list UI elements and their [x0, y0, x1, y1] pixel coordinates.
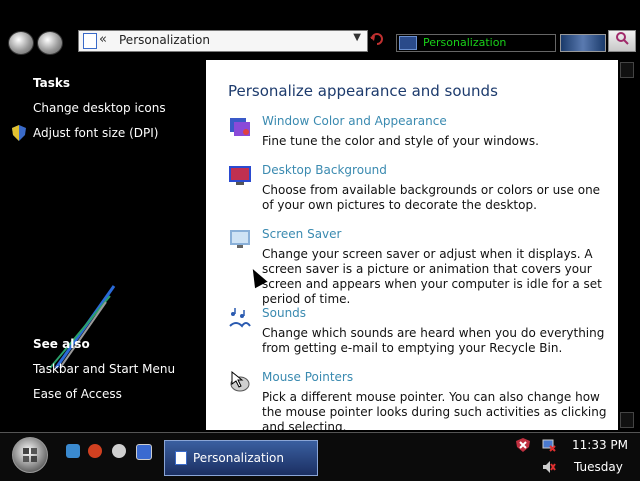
control-panel-icon — [83, 33, 97, 49]
search-provider-icon — [399, 36, 417, 50]
sounds-icon — [229, 308, 251, 328]
address-bar[interactable]: « Personalization ▼ — [78, 30, 368, 52]
window-color-description: Fine tune the color and style of your wi… — [262, 134, 539, 148]
page-title: Personalize appearance and sounds — [228, 82, 498, 100]
search-button[interactable] — [608, 30, 636, 52]
back-button[interactable] — [8, 31, 34, 55]
search-input[interactable]: Personalization — [396, 34, 556, 52]
taskbar-button-label: Personalization — [193, 451, 284, 465]
search-icon — [616, 32, 629, 45]
tasks-heading: Tasks — [33, 76, 71, 90]
screen-saver-description: Change your screen saver or adjust when … — [262, 247, 602, 306]
screen-saver-link[interactable]: Screen Saver — [262, 227, 341, 241]
security-tray-icon[interactable] — [516, 438, 530, 452]
breadcrumb[interactable]: Personalization — [119, 33, 210, 47]
address-dropdown-icon[interactable]: ▼ — [353, 32, 361, 43]
windows-logo-icon — [23, 448, 37, 462]
preview-thumbnail — [560, 34, 606, 52]
forward-button[interactable] — [37, 31, 63, 55]
start-button[interactable] — [12, 437, 48, 473]
window-color-link[interactable]: Window Color and Appearance — [262, 114, 447, 128]
screen-saver-icon — [230, 230, 250, 248]
content-pane: Personalize appearance and sounds Window… — [206, 60, 618, 430]
breadcrumb-chevron[interactable]: « — [99, 32, 107, 47]
mouse-pointers-icon — [230, 370, 250, 392]
sidebar-item-change-desktop-icons[interactable]: Change desktop icons — [33, 101, 166, 115]
sidebar-item-taskbar-start-menu[interactable]: Taskbar and Start Menu — [33, 362, 175, 376]
sounds-link[interactable]: Sounds — [262, 306, 306, 320]
clock-day[interactable]: Tuesday — [574, 460, 623, 474]
taskbar-button-personalization[interactable]: Personalization — [164, 440, 318, 476]
ie-quicklaunch-icon[interactable] — [66, 444, 80, 458]
desktop-background-link[interactable]: Desktop Background — [262, 163, 387, 177]
wallpaper-streak — [49, 285, 116, 369]
refresh-icon[interactable] — [370, 32, 384, 46]
mouse-pointers-link[interactable]: Mouse Pointers — [262, 370, 353, 384]
sidebar-item-ease-of-access[interactable]: Ease of Access — [33, 387, 122, 401]
clock-time[interactable]: 11:33 PM — [572, 438, 628, 452]
volume-tray-icon[interactable] — [542, 460, 556, 474]
firefox-quicklaunch-icon[interactable] — [88, 444, 102, 458]
scroll-up-button[interactable] — [620, 62, 634, 78]
media-quicklaunch-icon[interactable] — [112, 444, 126, 458]
shield-icon — [12, 125, 26, 141]
vertical-scrollbar[interactable] — [618, 60, 634, 430]
network-tray-icon[interactable] — [542, 438, 556, 452]
mouse-pointers-description: Pick a different mouse pointer. You can … — [262, 390, 607, 430]
desktop-background-icon — [229, 166, 251, 185]
sounds-description: Change which sounds are heard when you d… — [262, 326, 605, 355]
see-also-heading: See also — [33, 337, 90, 351]
scroll-down-button[interactable] — [620, 412, 634, 428]
desktop-background-description: Choose from available backgrounds or col… — [262, 183, 601, 212]
control-panel-icon — [175, 451, 187, 465]
show-desktop-icon[interactable] — [136, 444, 152, 460]
window-color-icon — [230, 118, 250, 136]
search-text: Personalization — [423, 36, 507, 49]
sidebar-item-adjust-font-size[interactable]: Adjust font size (DPI) — [33, 126, 158, 140]
